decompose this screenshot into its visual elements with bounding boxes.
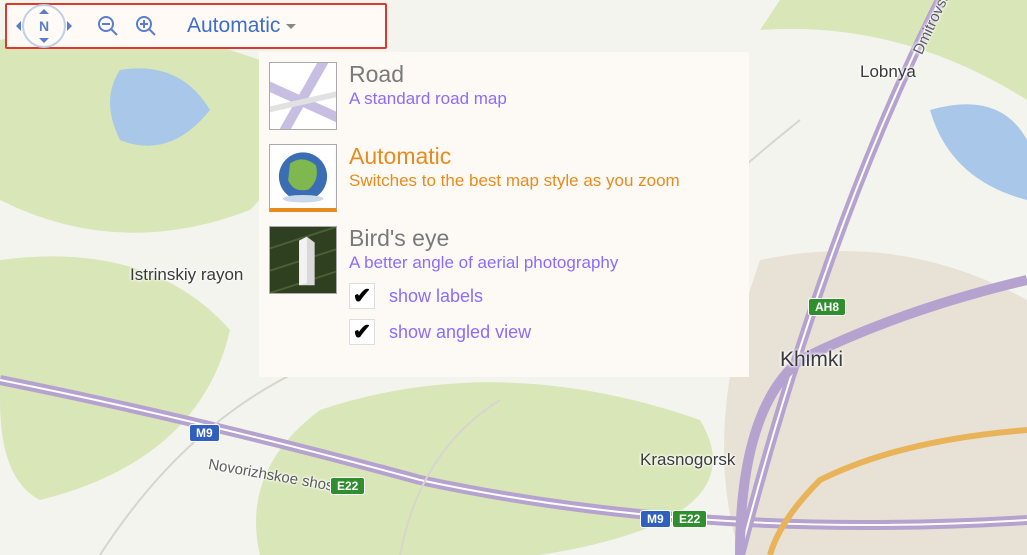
map-style-option-automatic[interactable]: Automatic Switches to the best map style… <box>269 144 731 212</box>
option-desc: A standard road map <box>349 89 507 109</box>
map-toolbar: N Automatic <box>5 3 387 49</box>
option-title: Road <box>349 62 507 87</box>
compass-control[interactable]: N <box>11 6 77 46</box>
pan-right-icon[interactable] <box>67 21 77 31</box>
pan-down-icon[interactable] <box>39 38 49 48</box>
chevron-down-icon <box>286 24 296 34</box>
option-desc: A better angle of aerial photography <box>349 253 618 273</box>
map-style-panel: Road A standard road map Automatic Switc… <box>259 52 749 377</box>
place-label: Khimki <box>780 348 843 372</box>
globe-thumb-icon <box>269 144 337 212</box>
road-thumb-icon <box>269 62 337 130</box>
check-show-labels[interactable]: ✔ show labels <box>349 283 618 309</box>
route-shield: E22 <box>672 510 707 528</box>
check-label: show labels <box>389 286 483 307</box>
check-show-angled-view[interactable]: ✔ show angled view <box>349 319 618 345</box>
zoom-in-button[interactable] <box>133 13 159 39</box>
place-label: Lobnya <box>860 62 916 82</box>
option-title: Automatic <box>349 144 680 169</box>
route-shield: M9 <box>640 510 671 528</box>
pan-up-icon[interactable] <box>39 4 49 14</box>
map-style-current: Automatic <box>187 14 280 38</box>
route-shield: AH8 <box>808 298 846 316</box>
place-label: Krasnogorsk <box>640 450 735 470</box>
compass-north-label: N <box>39 18 49 34</box>
checkmark-icon: ✔ <box>349 283 375 309</box>
route-shield: M9 <box>189 424 220 442</box>
map-style-dropdown[interactable]: Automatic <box>187 14 296 38</box>
birdseye-thumb-icon <box>269 226 337 294</box>
map-style-option-road[interactable]: Road A standard road map <box>269 62 731 130</box>
option-title: Bird's eye <box>349 226 618 251</box>
route-shield: E22 <box>330 477 365 495</box>
place-label: Istrinskiy rayon <box>130 265 243 285</box>
pan-left-icon[interactable] <box>11 21 21 31</box>
map-style-option-birdseye[interactable]: Bird's eye A better angle of aerial phot… <box>269 226 731 355</box>
zoom-out-button[interactable] <box>95 13 121 39</box>
check-label: show angled view <box>389 322 531 343</box>
option-desc: Switches to the best map style as you zo… <box>349 171 680 191</box>
checkmark-icon: ✔ <box>349 319 375 345</box>
